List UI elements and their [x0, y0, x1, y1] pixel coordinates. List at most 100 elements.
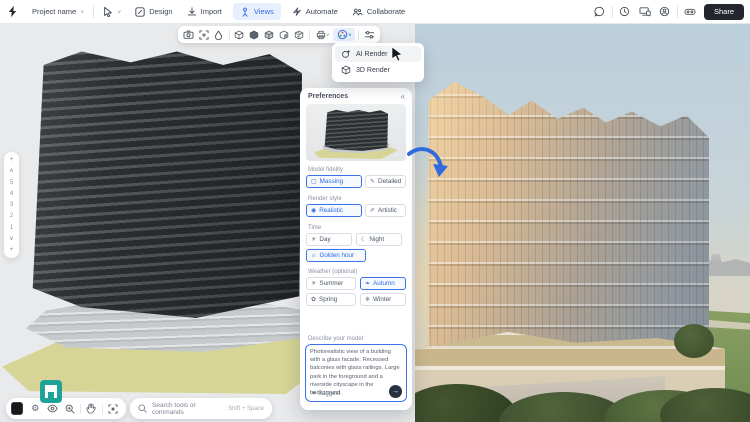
time-label: Time [308, 225, 321, 231]
magnifier-plus-icon [65, 404, 75, 414]
menu-views-active[interactable]: Views [233, 3, 281, 20]
menu-item-ai-render[interactable]: AI Render [335, 46, 421, 62]
droplet-icon [214, 30, 223, 40]
vr-view-button[interactable] [680, 0, 700, 24]
eye-icon [47, 404, 58, 413]
option-spring[interactable]: ✿ Spring [306, 293, 356, 306]
chevron-down-icon: ∨ [80, 9, 84, 14]
export-print-menu[interactable]: ∨ [313, 28, 333, 41]
snowflake-icon: ❄ [365, 297, 370, 303]
zoom-button[interactable] [62, 400, 77, 417]
devices-icon [639, 6, 651, 17]
option-massing[interactable]: ▢ Massing [306, 175, 362, 188]
option-autumn[interactable]: ❧ Autumn [360, 277, 406, 290]
option-summer[interactable]: ☀ Summer [306, 277, 356, 290]
sparkle-icon: ✦ [311, 390, 316, 397]
view-mode-monochrome-button[interactable] [277, 28, 291, 41]
option-night[interactable]: ☾ Night [356, 233, 402, 246]
select-tool-menu[interactable]: ∨ [96, 0, 128, 24]
menu-design-label: Design [149, 7, 172, 16]
storey-level-2[interactable]: 2 [10, 211, 13, 221]
project-name-menu[interactable]: Project name ∨ [25, 0, 91, 24]
zoom-fit-button[interactable] [106, 400, 121, 417]
gear-icon: ⚙ [31, 404, 39, 413]
render-menu-button-active[interactable]: ∨ [333, 28, 355, 41]
panel-title: Preferences [308, 93, 348, 100]
material-color-swatch[interactable] [11, 402, 23, 415]
devices-button[interactable] [635, 0, 655, 24]
option-realistic[interactable]: ◉ Realistic [306, 204, 362, 217]
menu-design[interactable]: Design [128, 0, 179, 24]
chevron-down-icon: ∨ [348, 32, 352, 37]
snap-settings-button[interactable]: ⚙ [28, 400, 43, 417]
camera-icon [183, 30, 194, 39]
sliders-icon [364, 30, 375, 40]
app-window: Project name ∨ ∨ Design Import Views Aut… [0, 0, 750, 422]
menu-import[interactable]: Import [180, 0, 229, 24]
storey-level-4[interactable]: 4 [10, 189, 13, 199]
command-search-bar[interactable]: Search tools or commands Shift + Space [130, 398, 272, 419]
project-name: Project name [32, 7, 76, 16]
collapse-panel-icon[interactable]: « [401, 92, 405, 101]
screenshot-frame-button[interactable] [197, 28, 211, 41]
account-button[interactable] [655, 0, 675, 24]
cursor-pointer-icon [103, 6, 113, 17]
divider [309, 30, 310, 40]
option-golden-hour-label: Golden hour [320, 252, 355, 259]
menu-collaborate[interactable]: Collaborate [345, 0, 412, 24]
menu-import-label: Import [201, 7, 222, 16]
collaborate-people-icon [352, 7, 363, 17]
add-storey-above-button[interactable]: + [10, 155, 14, 165]
view-mode-solid-button[interactable] [247, 28, 261, 41]
fit-frame-icon [108, 404, 118, 414]
storey-selector: + ∧ 5 4 3 2 1 ∨ + [4, 152, 19, 258]
ai-render-preferences-panel: Preferences « Model fidelity ▢ Massing ✎… [300, 88, 412, 410]
divider [677, 6, 678, 18]
user-account-icon [659, 6, 670, 17]
option-summer-label: Summer [319, 280, 343, 287]
option-artistic[interactable]: ✐ Artistic [365, 204, 406, 217]
storey-level-5[interactable]: 5 [10, 178, 13, 188]
model-building-mass [30, 46, 302, 318]
bottom-toolbar: ⚙ [6, 398, 126, 419]
add-storey-below-button[interactable]: + [10, 245, 14, 255]
arrow-right-icon: → [392, 388, 399, 395]
generate-render-button[interactable]: → [389, 385, 402, 398]
comment-bubble-icon [594, 6, 605, 17]
option-day[interactable]: ☀ Day [306, 233, 352, 246]
app-logo[interactable] [0, 0, 25, 24]
shadows-button[interactable] [212, 28, 226, 41]
view-mode-textured-button[interactable] [292, 28, 306, 41]
option-massing-label: Massing [320, 178, 343, 185]
pan-button[interactable] [84, 400, 99, 417]
top-menu-bar: Project name ∨ ∨ Design Import Views Aut… [0, 0, 750, 24]
view-mode-shaded-button[interactable] [262, 28, 276, 41]
history-button[interactable] [615, 0, 635, 24]
option-realistic-label: Realistic [319, 207, 343, 214]
comments-button[interactable] [590, 0, 610, 24]
option-artistic-label: Artistic [378, 207, 397, 214]
share-button[interactable]: Share [704, 4, 744, 20]
storey-up-button[interactable]: ∧ [9, 166, 13, 176]
menu-automate[interactable]: Automate [285, 0, 345, 24]
cube-solid-icon [249, 30, 259, 40]
views-person-icon [240, 7, 250, 17]
view-settings-button[interactable] [362, 28, 376, 41]
option-winter[interactable]: ❄ Winter [360, 293, 406, 306]
option-golden-hour[interactable]: ☼ Golden hour [306, 249, 366, 262]
option-detailed[interactable]: ✎ Detailed [365, 175, 406, 188]
option-detailed-label: Detailed [378, 178, 401, 185]
storey-level-1[interactable]: 1 [10, 223, 13, 233]
describe-model-label: Describe your model [308, 336, 363, 342]
storey-down-button[interactable]: ∨ [9, 234, 13, 244]
view-mode-wireframe-button[interactable] [233, 28, 247, 41]
camera-view-button[interactable] [182, 28, 196, 41]
divider [80, 404, 81, 414]
divider [93, 6, 94, 18]
ai-render-icon [341, 49, 351, 59]
menu-item-3d-render[interactable]: 3D Render [335, 62, 421, 78]
storey-level-3[interactable]: 3 [10, 200, 13, 210]
render-dropdown-menu: AI Render 3D Render [332, 43, 424, 82]
suggest-button[interactable]: ✦ Suggest [311, 390, 340, 397]
describe-model-input[interactable]: Photorealistic view of a building with a… [305, 344, 407, 402]
